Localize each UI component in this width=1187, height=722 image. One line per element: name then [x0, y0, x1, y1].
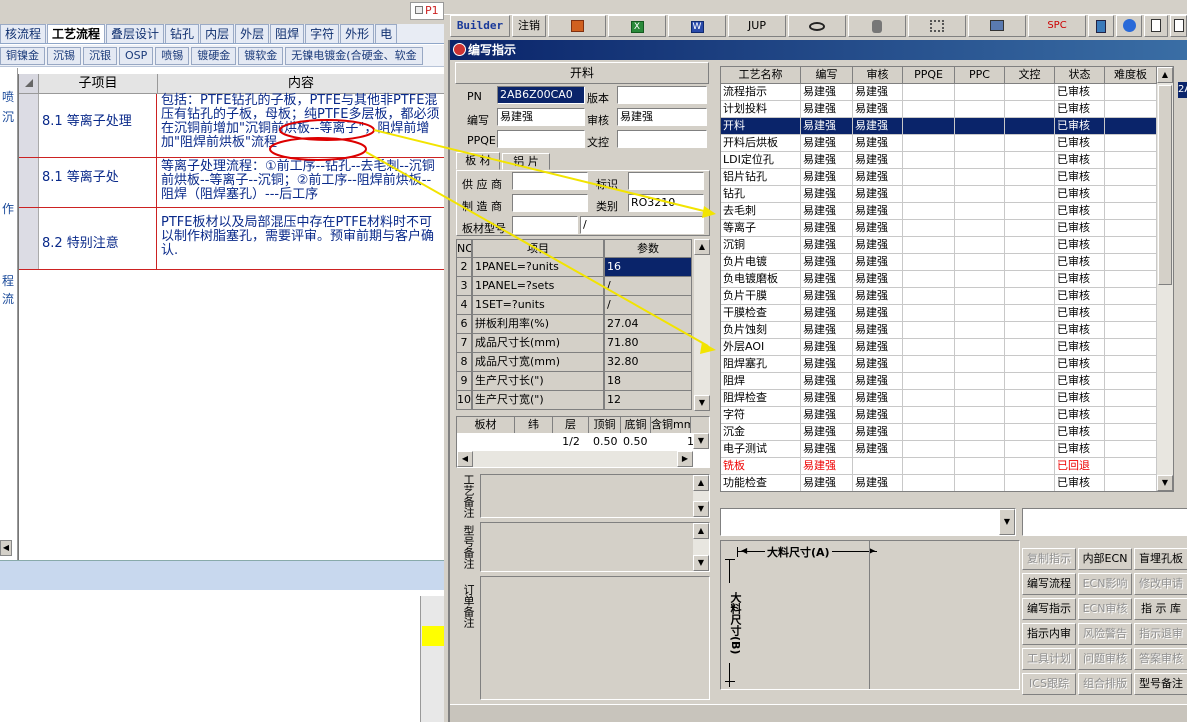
annotation-ellipse — [269, 137, 367, 161]
annotation-arrowhead — [700, 342, 716, 354]
annotation-arrowhead — [702, 206, 716, 218]
annotation-overlay — [269, 119, 716, 354]
annotation-arrow — [373, 129, 709, 213]
annotation-ellipse — [279, 119, 375, 141]
annotation-arrow — [365, 151, 709, 347]
